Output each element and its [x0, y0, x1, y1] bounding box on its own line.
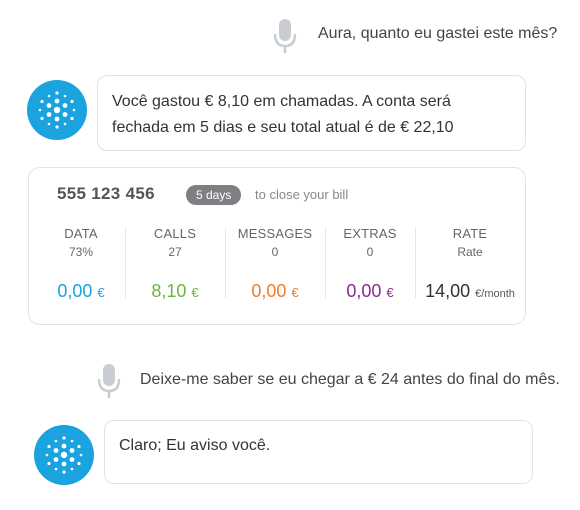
column-value: 0,00 €: [57, 281, 105, 301]
data-column: DATA 73% 0,00 €: [29, 226, 133, 302]
column-label: RATE: [452, 226, 488, 241]
messages-column: MESSAGES 0 0,00 €: [225, 226, 325, 302]
assistant-message-line: Claro; Eu aviso você.: [119, 437, 271, 454]
microphone-icon: [272, 18, 298, 54]
column-label: DATA: [64, 226, 98, 241]
assistant-message-line: fechada em 5 dias e seu total atual é de…: [112, 119, 454, 136]
column-label: MESSAGES: [237, 226, 313, 241]
aura-logo-icon: [34, 425, 94, 485]
column-value: 8,10 €: [151, 281, 199, 301]
close-bill-text: to close your bill: [255, 187, 349, 202]
column-value: 0,00 €: [346, 281, 394, 301]
rate-column: RATE Rate 14,00 €/month: [415, 226, 525, 302]
column-sub: 73%: [68, 245, 94, 259]
user-message: Aura, quanto eu gastei este mês?: [318, 25, 558, 42]
days-remaining-badge: 5 days: [186, 185, 242, 205]
aura-logo-icon: [27, 80, 87, 140]
extras-column: EXTRAS 0 0,00 €: [325, 226, 415, 302]
bill-summary-card[interactable]: 555 123 456 5 days to close your bill DA…: [28, 167, 526, 325]
assistant-message-bubble: Claro; Eu aviso você.: [104, 420, 533, 484]
assistant-message-line: Você gastou € 8,10 em chamadas. A conta …: [112, 93, 451, 110]
microphone-icon: [96, 363, 122, 399]
column-value: 0,00 €: [251, 281, 299, 301]
column-value: 14,00 €/month: [425, 281, 515, 301]
assistant-message-bubble: Você gastou € 8,10 em chamadas. A conta …: [97, 75, 526, 151]
column-sub: 27: [168, 245, 182, 259]
column-label: EXTRAS: [343, 226, 397, 241]
column-sub: Rate: [457, 245, 483, 259]
calls-column: CALLS 27 8,10 €: [125, 226, 225, 302]
user-message: Deixe-me saber se eu chegar a € 24 antes…: [140, 371, 560, 388]
column-sub: 0: [271, 245, 279, 259]
phone-number: 555 123 456: [57, 184, 155, 203]
column-sub: 0: [366, 245, 374, 259]
column-label: CALLS: [153, 226, 197, 241]
